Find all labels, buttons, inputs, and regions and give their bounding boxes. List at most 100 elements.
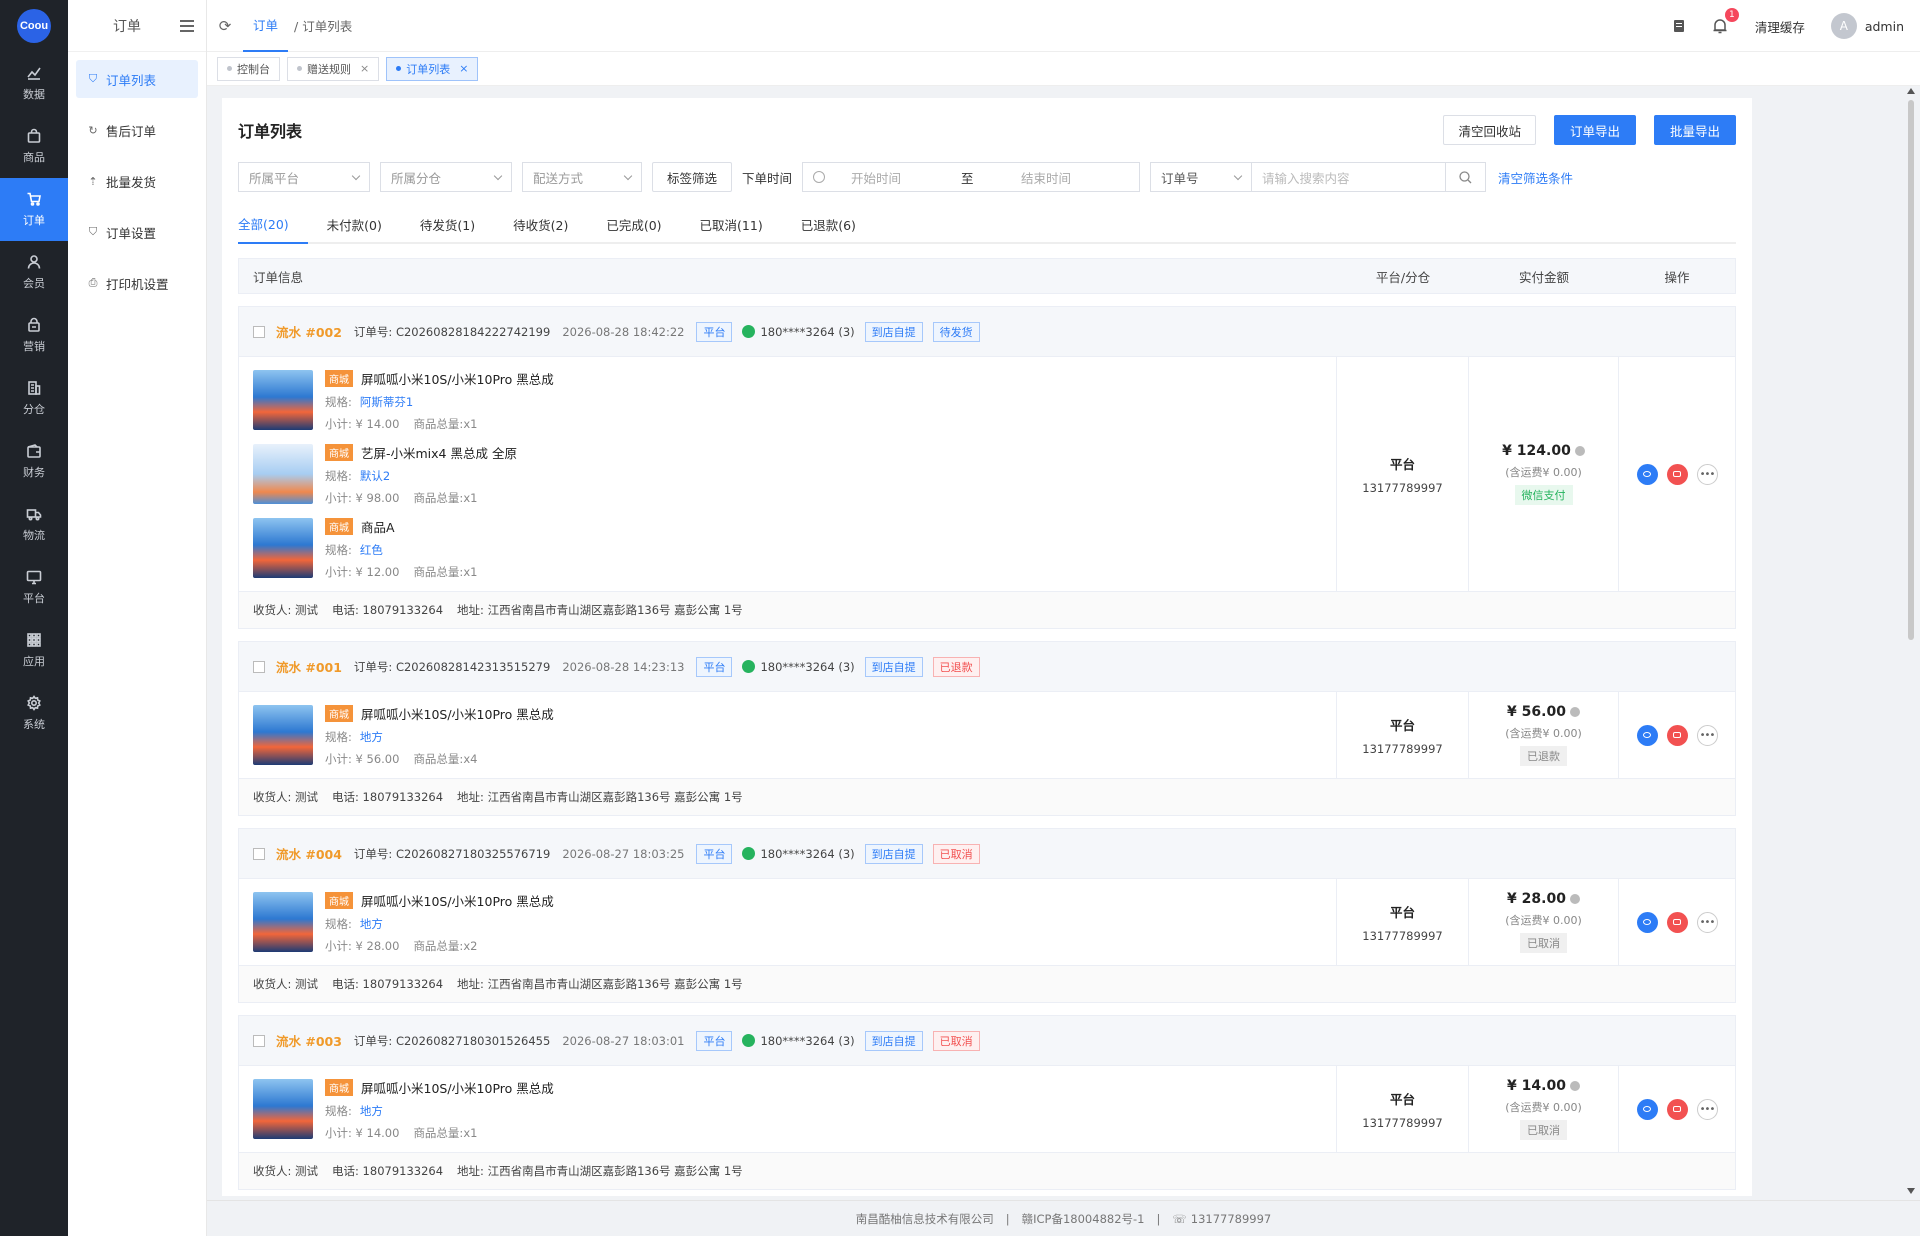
receiver: 收货人: 测试 (253, 977, 319, 991)
view-icon[interactable] (1636, 463, 1658, 485)
clear-recycle-bin-button[interactable]: 清空回收站 (1443, 115, 1536, 145)
product-thumbnail[interactable] (253, 892, 313, 952)
view-icon[interactable] (1636, 911, 1658, 933)
date-range-picker[interactable]: 开始时间 至 结束时间 (802, 162, 1141, 192)
product-thumbnail[interactable] (253, 518, 313, 578)
page-tab-1[interactable]: 赠送规则 × (287, 56, 380, 81)
footer-icp[interactable]: 赣ICP备18004882号-1 (1022, 1211, 1145, 1227)
logo[interactable]: Coou (0, 0, 68, 52)
order-checkbox[interactable] (253, 325, 265, 338)
delivery-select[interactable]: 配送方式 (522, 162, 642, 192)
order-time: 2026-08-28 14:23:13 (562, 659, 685, 674)
scroll-up-icon[interactable] (1907, 88, 1915, 94)
product-thumbnail[interactable] (253, 1079, 313, 1139)
page-tab-2[interactable]: 订单列表 × (386, 56, 479, 81)
breadcrumb-orders[interactable]: 订单 (243, 0, 289, 52)
order-number-value: C20260828184222742199 (395, 324, 551, 339)
qty-label: 商品总量: (413, 938, 464, 953)
scroll-down-icon[interactable] (1907, 1188, 1915, 1194)
status-tab-4[interactable]: 已完成(0) (587, 204, 680, 244)
product-title[interactable]: 屏呱呱小米10S/小米10Pro 黑总成 (361, 891, 554, 910)
subtotal-value: ¥ 28.00 (355, 938, 400, 953)
clear-filters-link[interactable]: 清空筛选条件 (1498, 168, 1573, 187)
rail-item-building[interactable]: 分仓 (0, 367, 68, 430)
close-icon[interactable]: × (459, 62, 468, 75)
order-checkbox[interactable] (253, 847, 265, 860)
info-icon[interactable] (1574, 446, 1585, 456)
user-menu[interactable]: A admin (1830, 13, 1904, 39)
product-thumbnail[interactable] (253, 444, 313, 504)
status-tab-1[interactable]: 未付款(0) (308, 204, 401, 244)
rail-item-gear[interactable]: 系统 (0, 682, 68, 745)
product-spec: 规格: 红色 (325, 542, 477, 558)
document-icon[interactable] (1673, 19, 1685, 33)
rail-item-chart[interactable]: 数据 (0, 52, 68, 115)
rail-item-grid[interactable]: 应用 (0, 619, 68, 682)
upload-icon: ⇡ (88, 174, 98, 188)
more-icon[interactable]: ••• (1696, 911, 1718, 933)
notification-bell-icon[interactable]: 1 (1711, 8, 1739, 35)
more-icon[interactable]: ••• (1696, 463, 1718, 485)
more-icon[interactable]: ••• (1696, 1098, 1718, 1120)
view-icon[interactable] (1636, 1098, 1658, 1120)
info-icon[interactable] (1569, 894, 1580, 904)
more-icon[interactable]: ••• (1696, 724, 1718, 746)
rail-item-monitor[interactable]: 平台 (0, 556, 68, 619)
refresh-icon[interactable]: ⟳ (207, 17, 243, 35)
rail-item-user[interactable]: 会员 (0, 241, 68, 304)
scrollbar-thumb[interactable] (1908, 100, 1914, 640)
page-tab-0[interactable]: 控制台 (217, 56, 280, 81)
delete-icon[interactable] (1666, 911, 1688, 933)
printer-icon: ⎙ (88, 276, 98, 289)
product-title[interactable]: 屏呱呱小米10S/小米10Pro 黑总成 (361, 704, 554, 723)
page-scrollbar[interactable] (1905, 86, 1917, 1196)
rail-item-wallet[interactable]: 财务 (0, 430, 68, 493)
info-icon[interactable] (1569, 707, 1580, 717)
order-actions: ••• (1619, 1066, 1735, 1152)
sub-item-0[interactable]: ⛉ 订单列表 (76, 60, 198, 98)
rail-item-gift[interactable]: 营销 (0, 304, 68, 367)
product-title[interactable]: 屏呱呱小米10S/小米10Pro 黑总成 (361, 1078, 554, 1097)
close-icon[interactable]: × (360, 62, 369, 75)
tab-dot-icon (396, 66, 402, 71)
status-tab-5[interactable]: 已取消(11) (681, 204, 782, 244)
rail-item-label: 系统 (23, 718, 45, 731)
search-icon[interactable] (1446, 162, 1487, 192)
sub-item-label: 订单列表 (106, 72, 157, 88)
delete-icon[interactable] (1666, 724, 1688, 746)
product-title[interactable]: 屏呱呱小米10S/小米10Pro 黑总成 (361, 369, 554, 388)
menu-toggle-icon[interactable] (180, 19, 194, 32)
export-orders-button[interactable]: 订单导出 (1553, 115, 1636, 145)
start-time-input[interactable]: 开始时间 (851, 168, 961, 187)
product-thumbnail[interactable] (253, 705, 313, 765)
product-thumbnail[interactable] (253, 370, 313, 430)
rail-item-cart[interactable]: 订单 (0, 178, 68, 241)
status-tab-0[interactable]: 全部(20) (238, 204, 308, 244)
sub-item-1[interactable]: ↻ 售后订单 (76, 111, 198, 149)
order-checkbox[interactable] (253, 660, 265, 673)
sub-item-3[interactable]: ⛉ 订单设置 (76, 213, 198, 251)
delete-icon[interactable] (1666, 463, 1688, 485)
rail-item-bag[interactable]: 商品 (0, 115, 68, 178)
platform-select[interactable]: 所属平台 (238, 162, 370, 192)
end-time-input[interactable]: 结束时间 (1021, 168, 1071, 187)
status-tab-6[interactable]: 已退款(6) (782, 204, 875, 244)
tag-filter-button[interactable]: 标签筛选 (652, 162, 733, 192)
status-tab-2[interactable]: 待发货(1) (401, 204, 494, 244)
clear-cache-button[interactable]: 清理缓存 (1755, 17, 1805, 36)
order-checkbox[interactable] (253, 1034, 265, 1047)
warehouse-select[interactable]: 所属分仓 (380, 162, 512, 192)
sub-item-2[interactable]: ⇡ 批量发货 (76, 162, 198, 200)
info-icon[interactable] (1569, 1081, 1580, 1091)
product-title[interactable]: 商品A (361, 517, 395, 536)
view-icon[interactable] (1636, 724, 1658, 746)
rail-item-truck[interactable]: 物流 (0, 493, 68, 556)
search-field-select[interactable]: 订单号 (1150, 162, 1253, 192)
product-title[interactable]: 艺屏-小米mix4 黑总成 全原 (361, 443, 517, 462)
sub-item-4[interactable]: ⎙ 打印机设置 (76, 264, 198, 302)
status-tab-3[interactable]: 待收货(2) (494, 204, 587, 244)
batch-export-button[interactable]: 批量导出 (1653, 115, 1736, 145)
amount-row: ¥ 56.00 (1507, 704, 1580, 720)
delete-icon[interactable] (1666, 1098, 1688, 1120)
search-input[interactable]: 请输入搜索内容 (1252, 162, 1447, 192)
